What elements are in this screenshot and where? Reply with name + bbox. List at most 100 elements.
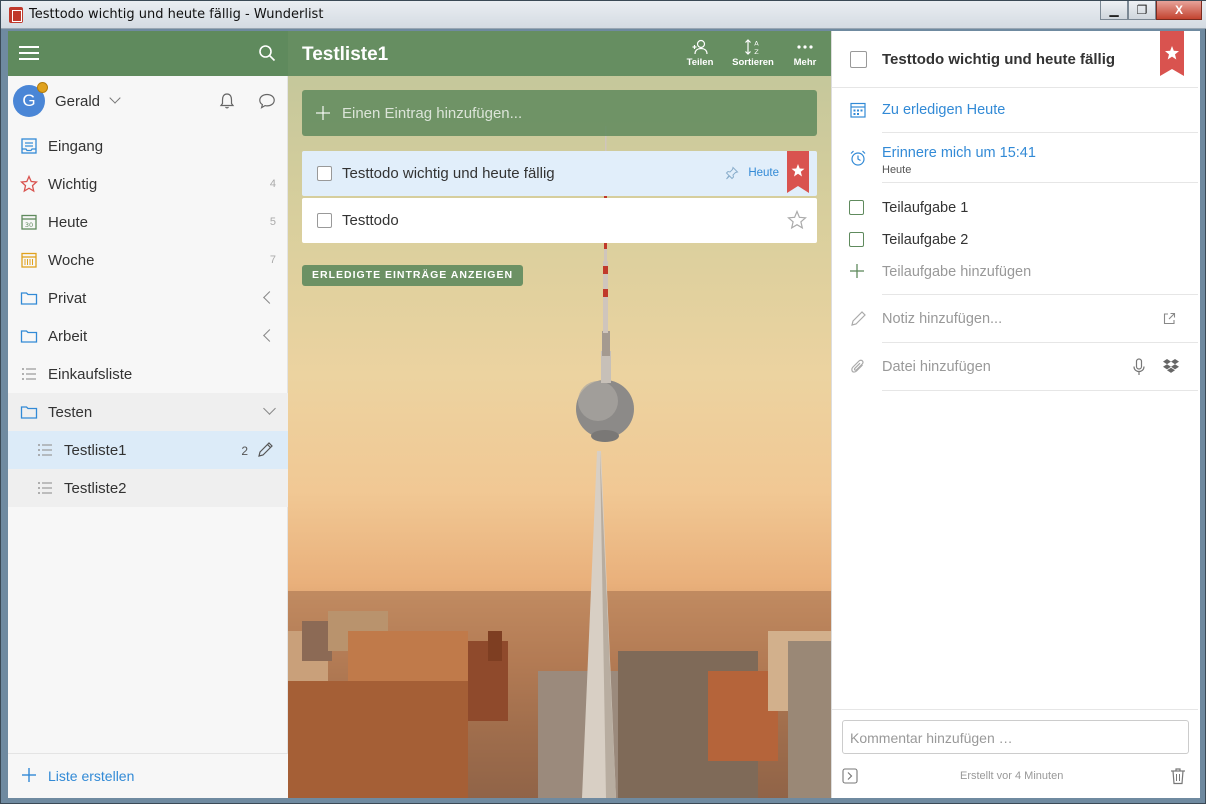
add-subtask-row[interactable]: Teilaufgabe hinzufügen: [832, 257, 1198, 289]
hamburger-menu-icon[interactable]: [19, 46, 39, 60]
subtask-title: Teilaufgabe 1: [882, 200, 969, 216]
created-timestamp: Erstellt vor 4 Minuten: [960, 770, 1064, 782]
reminder-subtext: Heute: [882, 164, 912, 176]
sidebar-item-label: Heute: [48, 214, 89, 231]
external-link-icon[interactable]: [1163, 312, 1176, 325]
share-user-icon: [692, 39, 708, 55]
plus-icon: [316, 106, 330, 120]
task-row[interactable]: Testtodo: [302, 198, 817, 243]
task-checkbox[interactable]: [317, 166, 332, 181]
user-row[interactable]: G Gerald: [8, 81, 288, 121]
more-button[interactable]: Mehr: [785, 36, 825, 74]
item-count: 5: [269, 216, 276, 228]
sidebar-item-label: Testliste1: [64, 442, 127, 459]
comment-placeholder: Kommentar hinzufügen …: [850, 730, 1013, 746]
sidebar-item-label: Arbeit: [48, 328, 88, 345]
add-subtask-placeholder: Teilaufgabe hinzufügen: [882, 264, 1032, 280]
list-icon: [38, 444, 52, 456]
pro-badge-icon: [37, 82, 48, 93]
sidebar-item-heute[interactable]: 30 Heute 5: [8, 203, 288, 241]
sidebar-item-einkaufsliste[interactable]: Einkaufsliste: [8, 355, 288, 393]
window-title: Testtodo wichtig und heute fällig - Wund…: [29, 7, 324, 22]
chevron-down-icon[interactable]: [263, 402, 276, 415]
subtask-checkbox[interactable]: [849, 200, 864, 215]
sidebar-item-label: Privat: [48, 290, 87, 307]
sidebar-item-eingang[interactable]: Eingang: [8, 127, 288, 165]
sort-button[interactable]: A Z Sortieren: [732, 36, 774, 74]
inbox-icon: [21, 138, 37, 154]
collapse-panel-icon[interactable]: [842, 768, 858, 784]
sidebar-list: Eingang Wichtig 4 30 Heute 5 Woche 7 Pri…: [8, 127, 288, 507]
detail-header: Testtodo wichtig und heute fällig: [832, 31, 1198, 88]
calendar-icon: [850, 102, 866, 118]
window-controls: ▁ ❐ X: [1100, 1, 1202, 21]
search-icon[interactable]: [258, 44, 276, 62]
chat-bubble-icon[interactable]: [258, 92, 276, 110]
calendar-week-icon: [21, 252, 37, 268]
list-icon: [38, 482, 52, 494]
chevron-left-icon[interactable]: [263, 291, 276, 304]
subtask-title: Teilaufgabe 2: [882, 232, 969, 248]
dropbox-icon[interactable]: [1162, 358, 1180, 374]
folder-icon: [20, 292, 38, 305]
note-row[interactable]: Notiz hinzufügen...: [832, 295, 1198, 343]
due-date-text: Zu erledigen Heute: [882, 102, 1006, 118]
detail-checkbox[interactable]: [850, 51, 867, 68]
maximize-button[interactable]: ❐: [1128, 1, 1156, 20]
list-icon: [22, 368, 36, 380]
sidebar-item-privat[interactable]: Privat: [8, 279, 288, 317]
item-count: 7: [269, 254, 276, 266]
starred-ribbon-icon[interactable]: [787, 151, 809, 193]
task-row[interactable]: Testtodo wichtig und heute fällig Heute: [302, 151, 817, 196]
more-label: Mehr: [793, 57, 817, 68]
subtask-row[interactable]: Teilaufgabe 2: [832, 225, 1198, 257]
file-row[interactable]: Datei hinzufügen: [832, 343, 1198, 391]
sidebar-item-arbeit[interactable]: Arbeit: [8, 317, 288, 355]
subtask-row[interactable]: Teilaufgabe 1: [832, 193, 1198, 225]
star-outline-icon[interactable]: [787, 210, 807, 230]
show-completed-button[interactable]: ERLEDIGTE EINTRÄGE ANZEIGEN: [302, 265, 524, 286]
due-date-pin-icon: [725, 166, 739, 180]
title-bar: Testtodo wichtig und heute fällig - Wund…: [1, 1, 1206, 29]
svg-text:A: A: [754, 40, 759, 48]
pencil-icon: [851, 311, 866, 326]
add-task-input[interactable]: Einen Eintrag hinzufügen...: [302, 90, 817, 136]
close-button[interactable]: X: [1156, 1, 1202, 20]
subtask-checkbox[interactable]: [849, 232, 864, 247]
reminder-row[interactable]: Erinnere mich um 15:41 Heute: [832, 133, 1198, 183]
chevron-left-icon[interactable]: [263, 329, 276, 342]
divider: [882, 182, 1198, 183]
app-content: G Gerald Eingang Wichtig 4 30 Heute 5 Wo…: [8, 31, 1200, 798]
microphone-icon[interactable]: [1132, 358, 1146, 376]
share-button[interactable]: Teilen: [680, 36, 720, 74]
sidebar-item-woche[interactable]: Woche 7: [8, 241, 288, 279]
create-list-label: Liste erstellen: [48, 768, 135, 784]
sidebar-item-testen[interactable]: Testen: [8, 393, 288, 431]
task-checkbox[interactable]: [317, 213, 332, 228]
sidebar-item-testliste2[interactable]: Testliste2: [8, 469, 288, 507]
edit-pencil-icon[interactable]: [256, 441, 274, 459]
minimize-button[interactable]: ▁: [1100, 1, 1128, 20]
sidebar-item-label: Testliste2: [64, 480, 127, 497]
user-name[interactable]: Gerald: [55, 93, 100, 110]
folder-icon: [20, 406, 38, 419]
create-list-button[interactable]: Liste erstellen: [8, 753, 288, 798]
sidebar-item-testliste1[interactable]: Testliste1 2: [8, 431, 288, 469]
chevron-down-icon[interactable]: [109, 92, 121, 104]
sort-az-icon: A Z: [745, 39, 759, 56]
bell-icon[interactable]: [218, 92, 236, 110]
sidebar-item-wichtig[interactable]: Wichtig 4: [8, 165, 288, 203]
plus-icon: [850, 264, 864, 278]
app-window: Testtodo wichtig und heute fällig - Wund…: [0, 0, 1206, 804]
due-date-row[interactable]: Zu erledigen Heute: [832, 88, 1198, 132]
svg-text:Z: Z: [754, 48, 759, 56]
comment-input[interactable]: Kommentar hinzufügen …: [842, 720, 1189, 754]
folder-icon: [20, 330, 38, 343]
item-count: 2: [241, 444, 248, 458]
starred-ribbon-icon[interactable]: [1160, 31, 1184, 76]
trash-icon[interactable]: [1170, 767, 1186, 785]
item-count: 4: [269, 178, 276, 190]
detail-title[interactable]: Testtodo wichtig und heute fällig: [882, 51, 1115, 68]
task-due-label: Heute: [748, 167, 779, 179]
sidebar-item-label: Wichtig: [48, 176, 98, 193]
